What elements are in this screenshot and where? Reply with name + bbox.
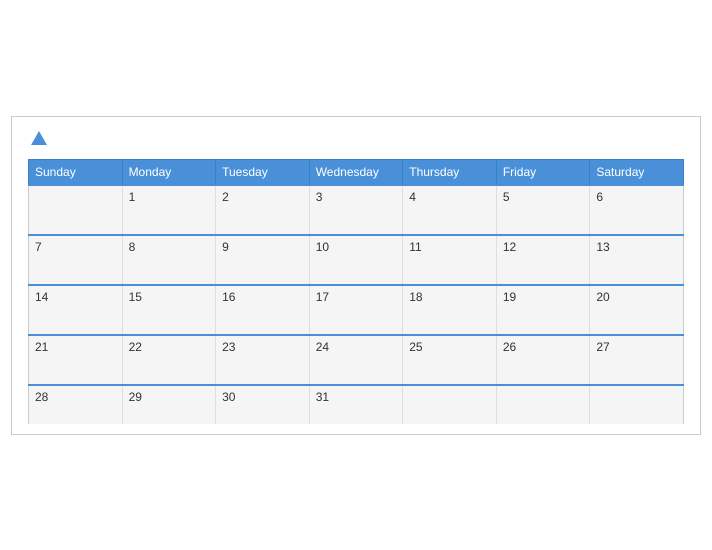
calendar-cell: 28: [29, 385, 123, 424]
logo: [28, 133, 47, 145]
day-number: 29: [129, 390, 142, 404]
day-number: 22: [129, 340, 142, 354]
day-number: 9: [222, 240, 229, 254]
week-row-2: 7 8 9 10 11 12 13: [29, 235, 684, 285]
weekday-friday: Friday: [496, 159, 590, 185]
day-number: 17: [316, 290, 329, 304]
calendar-cell: 29: [122, 385, 216, 424]
day-number: 12: [503, 240, 516, 254]
day-number: 27: [596, 340, 609, 354]
calendar-cell: [590, 385, 684, 424]
calendar-cell: 11: [403, 235, 497, 285]
week-row-4: 21 22 23 24 25 26 27: [29, 335, 684, 385]
calendar-cell: 23: [216, 335, 310, 385]
week-row-1: 1 2 3 4 5 6: [29, 185, 684, 235]
calendar-cell: 3: [309, 185, 403, 235]
weekday-header-row: SundayMondayTuesdayWednesdayThursdayFrid…: [29, 159, 684, 185]
calendar-cell: 15: [122, 285, 216, 335]
calendar-cell: 9: [216, 235, 310, 285]
calendar-cell: 14: [29, 285, 123, 335]
day-number: 11: [409, 240, 421, 254]
day-number: 8: [129, 240, 136, 254]
day-number: 26: [503, 340, 516, 354]
day-number: 21: [35, 340, 48, 354]
calendar-cell: 7: [29, 235, 123, 285]
calendar-cell: 13: [590, 235, 684, 285]
day-number: 5: [503, 190, 510, 204]
week-row-5: 28 29 30 31: [29, 385, 684, 424]
weekday-monday: Monday: [122, 159, 216, 185]
calendar-cell: 5: [496, 185, 590, 235]
day-number: 28: [35, 390, 48, 404]
calendar-cell: 22: [122, 335, 216, 385]
day-number: 23: [222, 340, 235, 354]
calendar-cell: 21: [29, 335, 123, 385]
day-number: 2: [222, 190, 229, 204]
calendar-cell: 19: [496, 285, 590, 335]
calendar-cell: 16: [216, 285, 310, 335]
day-number: 6: [596, 190, 603, 204]
calendar-cell: 27: [590, 335, 684, 385]
day-number: 16: [222, 290, 235, 304]
day-number: 31: [316, 390, 329, 404]
weekday-tuesday: Tuesday: [216, 159, 310, 185]
day-number: 19: [503, 290, 516, 304]
calendar-cell: 10: [309, 235, 403, 285]
weekday-sunday: Sunday: [29, 159, 123, 185]
weekday-thursday: Thursday: [403, 159, 497, 185]
calendar-body: 1234567891011121314151617181920212223242…: [29, 185, 684, 424]
day-number: 1: [129, 190, 136, 204]
day-number: 20: [596, 290, 609, 304]
calendar-header: [28, 133, 684, 145]
calendar-cell: [403, 385, 497, 424]
day-number: 15: [129, 290, 142, 304]
calendar-cell: 30: [216, 385, 310, 424]
day-number: 7: [35, 240, 42, 254]
day-number: 24: [316, 340, 329, 354]
calendar-cell: 18: [403, 285, 497, 335]
calendar-cell: 20: [590, 285, 684, 335]
calendar-cell: 25: [403, 335, 497, 385]
week-row-3: 14 15 16 17 18 19 20: [29, 285, 684, 335]
calendar-cell: 26: [496, 335, 590, 385]
day-number: 3: [316, 190, 323, 204]
weekday-saturday: Saturday: [590, 159, 684, 185]
calendar-cell: [496, 385, 590, 424]
calendar-cell: 2: [216, 185, 310, 235]
calendar-cell: [29, 185, 123, 235]
day-number: 30: [222, 390, 235, 404]
calendar-cell: 31: [309, 385, 403, 424]
day-number: 4: [409, 190, 416, 204]
logo-triangle-icon: [31, 131, 47, 145]
weekday-wednesday: Wednesday: [309, 159, 403, 185]
calendar-table: SundayMondayTuesdayWednesdayThursdayFrid…: [28, 159, 684, 424]
calendar-cell: 17: [309, 285, 403, 335]
day-number: 10: [316, 240, 329, 254]
day-number: 18: [409, 290, 422, 304]
calendar-cell: 1: [122, 185, 216, 235]
day-number: 25: [409, 340, 422, 354]
calendar-cell: 24: [309, 335, 403, 385]
logo-general: [28, 133, 47, 145]
calendar-cell: 8: [122, 235, 216, 285]
calendar-cell: 4: [403, 185, 497, 235]
day-number: 14: [35, 290, 48, 304]
calendar-cell: 12: [496, 235, 590, 285]
calendar-cell: 6: [590, 185, 684, 235]
calendar: SundayMondayTuesdayWednesdayThursdayFrid…: [11, 116, 701, 435]
day-number: 13: [596, 240, 609, 254]
